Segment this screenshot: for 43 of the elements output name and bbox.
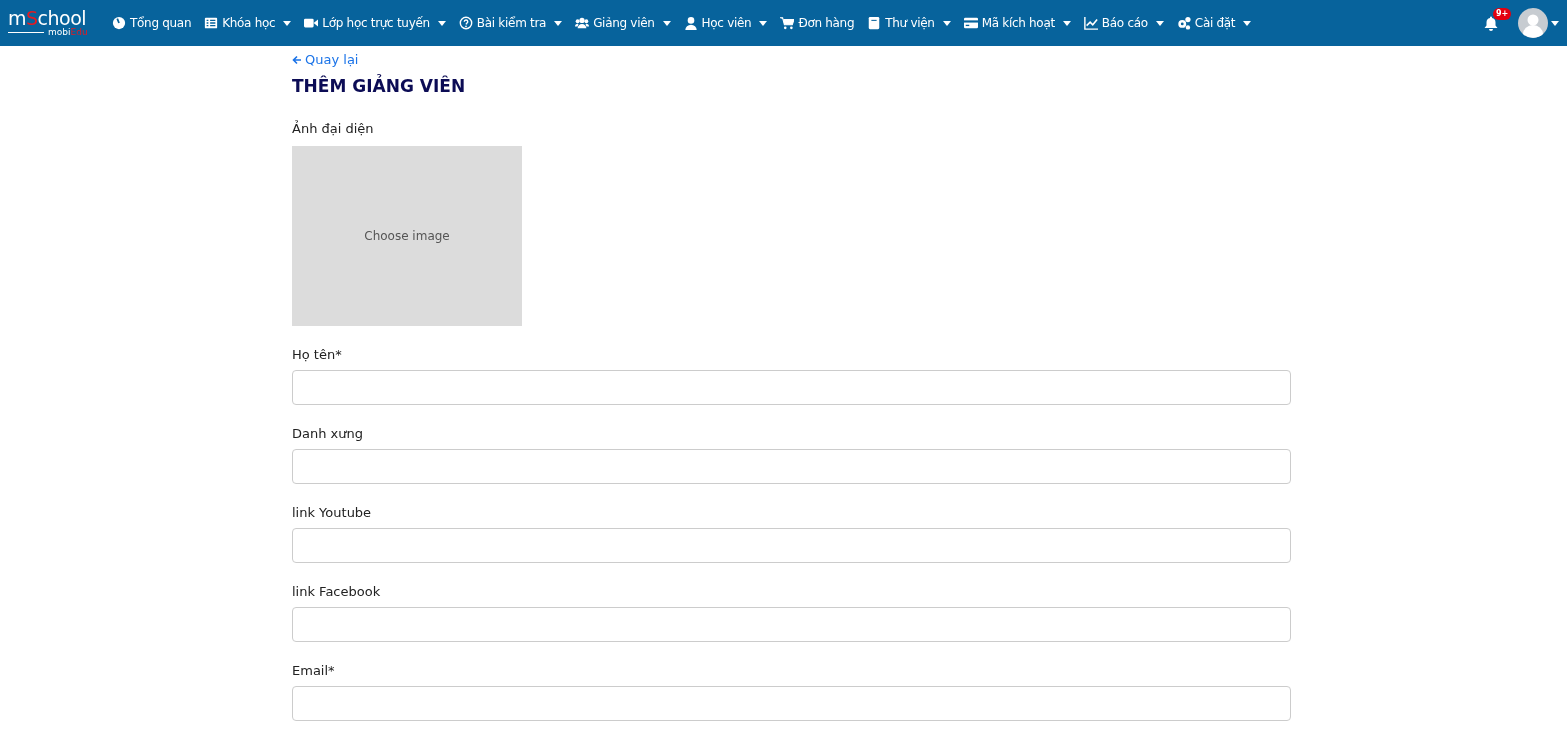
user-icon xyxy=(683,16,698,30)
logo-subtitle: mobiEdu xyxy=(48,27,88,37)
list-icon xyxy=(204,16,219,30)
input-field[interactable] xyxy=(292,448,1291,484)
nav-menu-item[interactable]: Lớp học trực tuyến xyxy=(304,16,446,30)
nav-menu-item[interactable]: Thư viện xyxy=(867,16,951,30)
field-label: link Youtube xyxy=(292,503,373,522)
notification-badge: 9+ xyxy=(1493,7,1512,20)
nav-menu-item[interactable]: Khóa học xyxy=(204,16,292,30)
field-label: Ảnh đại diện xyxy=(292,119,375,138)
field-label: Email* xyxy=(292,661,336,680)
book-icon xyxy=(867,16,882,30)
nav-menu-item[interactable]: Cài đặt xyxy=(1176,16,1252,30)
avatar-icon[interactable] xyxy=(1518,8,1548,38)
bell-icon[interactable] xyxy=(1484,15,1498,31)
nav-menu-item[interactable]: Giảng viên xyxy=(575,16,671,30)
gears-icon xyxy=(1176,16,1191,30)
input-field[interactable] xyxy=(292,527,1291,563)
logo-title: mSchool xyxy=(8,9,88,27)
cart-icon xyxy=(780,16,795,30)
nav-menu-item[interactable]: Mã kích hoạt xyxy=(963,16,1071,30)
field-label: Họ tên* xyxy=(292,345,343,364)
input-field[interactable] xyxy=(292,685,1291,721)
nav-menu-item[interactable]: Đơn hàng xyxy=(780,16,855,30)
gauge-icon xyxy=(112,16,126,30)
page-title: THÊM GIẢNG VIÊN xyxy=(292,75,467,96)
input-field[interactable] xyxy=(292,606,1291,642)
credit-card-icon xyxy=(963,16,978,30)
choose-image-button[interactable]: Choose image xyxy=(292,145,522,326)
field-label: link Facebook xyxy=(292,582,382,601)
input-field[interactable] xyxy=(292,369,1291,405)
users-icon xyxy=(575,16,590,30)
arrow-left-icon xyxy=(292,54,302,65)
caret-icon[interactable] xyxy=(1551,20,1559,26)
line-chart-icon xyxy=(1083,16,1098,30)
nav-menu-item[interactable]: Bài kiểm tra xyxy=(458,16,563,30)
nav-menu-item[interactable]: Tổng quan xyxy=(112,16,192,30)
nav-menu-item[interactable]: Học viên xyxy=(683,16,768,30)
video-camera-icon xyxy=(304,16,319,30)
question-circle-icon xyxy=(458,16,473,30)
nav-menu-item[interactable]: Báo cáo xyxy=(1083,16,1164,30)
field-label: Danh xưng xyxy=(292,424,364,443)
back-link[interactable]: Quay lại xyxy=(292,52,359,67)
